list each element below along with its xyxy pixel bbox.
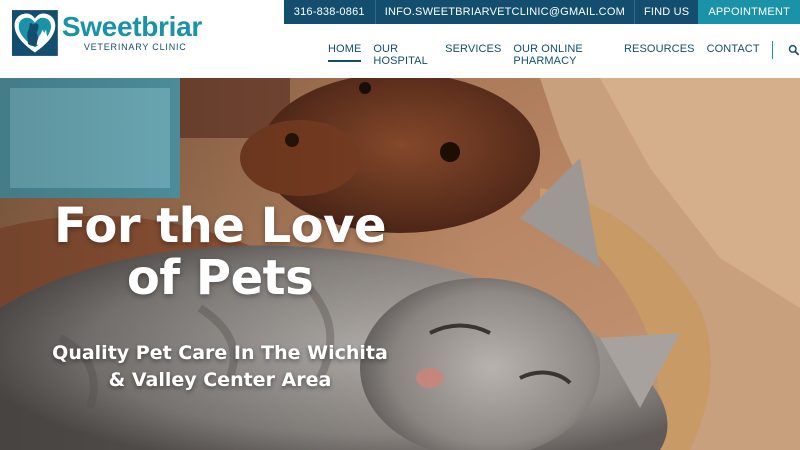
appointment-button[interactable]: APPOINTMENT [698, 0, 800, 24]
hero-banner: For the Love of Pets Quality Pet Care In… [0, 78, 800, 450]
hero-title-line2: of Pets [126, 250, 314, 306]
hero-title: For the Love of Pets [0, 200, 440, 304]
site-logo[interactable]: Sweetbriar VETERINARY CLINIC [12, 6, 202, 66]
search-icon[interactable] [788, 42, 800, 58]
phone-link[interactable]: 316-838-0861 [283, 0, 375, 24]
nav-item-our-hospital[interactable]: OUR HOSPITAL [373, 38, 433, 67]
hero-subtitle: Quality Pet Care In The Wichita & Valley… [0, 340, 440, 394]
hero-title-line1: For the Love [54, 198, 387, 254]
brand-subtitle: VETERINARY CLINIC [83, 42, 187, 52]
heart-dog-cat-icon [12, 10, 58, 56]
top-utility-bar: 316-838-0861 INFO.SWEETBRIARVETCLINIC@GM… [283, 0, 800, 24]
hero-subtitle-line2: & Valley Center Area [108, 369, 332, 391]
nav-item-contact[interactable]: CONTACT [707, 38, 760, 62]
nav-item-resources[interactable]: RESOURCES [624, 38, 695, 62]
hero-subtitle-line1: Quality Pet Care In The Wichita [52, 342, 388, 364]
nav-divider [771, 41, 773, 59]
nav-item-online-pharmacy[interactable]: OUR ONLINE PHARMACY [513, 38, 612, 67]
nav-item-home[interactable]: HOME [328, 38, 362, 62]
email-link[interactable]: INFO.SWEETBRIARVETCLINIC@GMAIL.COM [375, 0, 634, 24]
brand-name: Sweetbriar [61, 11, 202, 42]
main-nav: HOME OUR HOSPITAL SERVICES OUR ONLINE PH… [324, 38, 800, 67]
find-us-link[interactable]: FIND US [634, 0, 699, 24]
nav-item-services[interactable]: SERVICES [445, 38, 501, 62]
